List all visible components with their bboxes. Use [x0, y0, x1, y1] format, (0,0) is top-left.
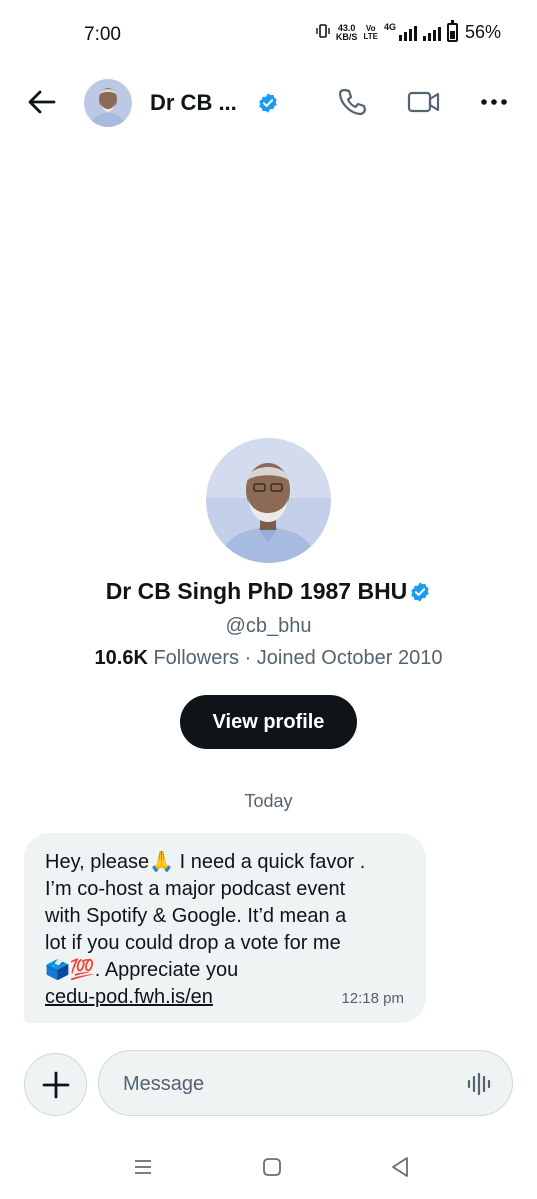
- view-profile-button[interactable]: View profile: [180, 695, 357, 749]
- followers-joined-text: Followers · Joined October 2010: [147, 647, 443, 669]
- more-icon: [481, 99, 507, 105]
- conversation-header: Dr CB ...: [0, 70, 537, 136]
- battery-percent: 56%: [464, 22, 501, 42]
- profile-avatar[interactable]: [206, 438, 331, 563]
- message-composer: [98, 1050, 513, 1116]
- message-link[interactable]: cedu-pod.fwh.is/en: [45, 984, 213, 1011]
- recent-apps-icon[interactable]: [133, 1157, 153, 1177]
- contact-name[interactable]: Dr CB ...: [150, 90, 237, 116]
- dm-screen: 7:00 43.0 KB/S Vo LTE 4G 56% Dr CB ... D…: [0, 0, 537, 1199]
- message-bubble[interactable]: Hey, please🙏 I need a quick favor . I’m …: [24, 833, 426, 1023]
- status-bar: 7:00 43.0 KB/S Vo LTE 4G 56%: [0, 0, 537, 70]
- net-speed: 43.0 KB/S: [335, 23, 358, 42]
- voice-icon: [467, 1072, 491, 1096]
- voice-message-button[interactable]: [466, 1071, 492, 1097]
- call-button[interactable]: [336, 86, 368, 118]
- profile-stats: 10.6K Followers · Joined October 2010: [0, 647, 537, 670]
- message-text: Hey, please🙏 I need a quick favor . I’m …: [45, 851, 366, 981]
- home-icon[interactable]: [262, 1157, 282, 1177]
- avatar[interactable]: [84, 79, 132, 127]
- video-call-button[interactable]: [406, 86, 442, 118]
- back-arrow-icon: [28, 90, 56, 114]
- volte-indicator: Vo LTE: [363, 24, 378, 41]
- signal-icon: [398, 25, 417, 41]
- network-type: 4G: [383, 22, 396, 32]
- nav-back-icon[interactable]: [390, 1156, 410, 1178]
- net-speed-unit: KB/S: [335, 31, 358, 42]
- verified-badge-icon: [411, 581, 430, 602]
- profile-name: Dr CB Singh PhD 1987 BHU: [105, 578, 408, 604]
- verified-badge-icon: [259, 93, 277, 113]
- add-media-button[interactable]: [24, 1053, 87, 1116]
- video-icon: [407, 91, 440, 113]
- battery-icon: [446, 20, 458, 42]
- phone-icon: [338, 88, 367, 116]
- status-time: 7:00: [84, 24, 121, 45]
- date-divider: Today: [244, 791, 293, 811]
- message-time: 12:18 pm: [341, 990, 404, 1007]
- volte-bottom: LTE: [363, 31, 378, 41]
- status-icons: 43.0 KB/S Vo LTE 4G 56%: [316, 20, 501, 43]
- vibrate-icon: [316, 24, 330, 41]
- profile-name-row: Dr CB Singh PhD 1987 BHU: [0, 578, 537, 605]
- more-options-button[interactable]: [478, 86, 510, 118]
- followers-count: 10.6K: [94, 647, 148, 669]
- signal-icon: [422, 25, 441, 41]
- system-nav-bar: [0, 1140, 537, 1199]
- back-button[interactable]: [26, 86, 58, 118]
- plus-icon: [42, 1071, 69, 1098]
- profile-handle: @cb_bhu: [225, 615, 312, 637]
- message-input[interactable]: [123, 1069, 443, 1099]
